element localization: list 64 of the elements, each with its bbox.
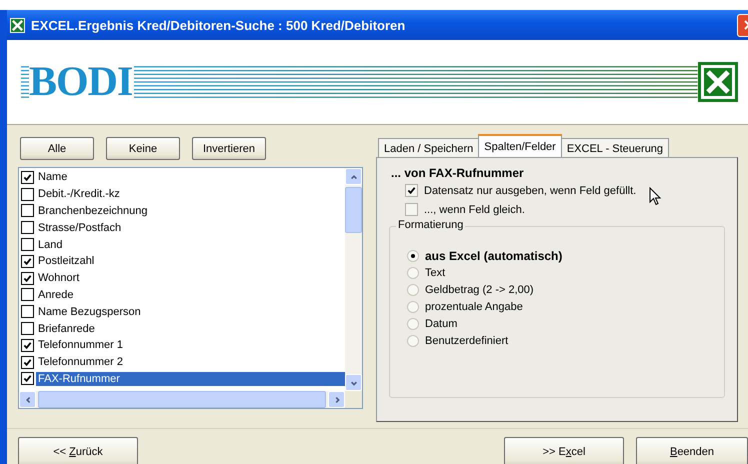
scrollbar[interactable]	[19, 391, 362, 408]
list-item[interactable]: FAX-Rufnummer	[36, 372, 345, 386]
exit-button[interactable]: Beenden	[636, 437, 748, 464]
window-title: EXCEL.Ergebnis Kred/Debitoren-Suche : 500 Kred/Debitoren	[31, 18, 406, 32]
tab[interactable]: Spalten/Felder	[478, 134, 562, 157]
cursor-icon	[649, 187, 661, 206]
radio-button[interactable]	[407, 300, 419, 312]
select-button[interactable]: Keine	[106, 137, 180, 160]
radio-button[interactable]	[407, 284, 419, 296]
radio-button[interactable]	[407, 266, 419, 278]
spreadsheet-icon	[698, 62, 738, 102]
list-item[interactable]: Name Bezugsperson	[36, 304, 345, 319]
scroll-thumb[interactable]	[345, 187, 362, 233]
radio-button[interactable]	[407, 334, 419, 346]
checkbox[interactable]	[21, 322, 34, 336]
option-label: Datensatz nur ausgeben, wenn Feld gefüllt.	[424, 184, 636, 196]
select-button[interactable]: Alle	[20, 137, 94, 160]
checkbox[interactable]	[21, 288, 34, 302]
checkbox[interactable]	[21, 221, 34, 234]
list-item[interactable]: Anrede	[36, 288, 345, 302]
list-item[interactable]: Telefonnummer 1	[36, 338, 345, 352]
checkbox[interactable]	[21, 356, 34, 369]
list-item[interactable]: Name	[36, 170, 345, 184]
scrollbar[interactable]	[345, 168, 362, 391]
list-item[interactable]: Telefonnummer 2	[36, 355, 345, 370]
radio-label: prozentuale Angabe	[425, 300, 523, 312]
checkbox[interactable]	[21, 305, 34, 318]
checkbox[interactable]	[21, 372, 34, 386]
radio-label: aus Excel (automatisch)	[425, 248, 562, 262]
checkbox[interactable]	[405, 184, 418, 197]
spreadsheet-icon	[10, 18, 25, 32]
back-button[interactable]: << Zurück	[18, 437, 138, 464]
scrollbar-corner	[345, 391, 362, 408]
list-item[interactable]: Debit.-/Kredit.-kz	[36, 187, 345, 202]
radio-label: Geldbetrag (2 -> 2,00)	[425, 284, 534, 296]
radio-label: Benutzerdefiniert	[425, 334, 508, 346]
list-item[interactable]: Postleitzahl	[36, 254, 345, 268]
checkbox[interactable]	[21, 272, 34, 285]
radio-button[interactable]	[407, 250, 419, 262]
export-button[interactable]: >> Excel	[504, 437, 624, 464]
group-title: Formatierung	[396, 219, 466, 231]
tab[interactable]: EXCEL - Steuerung	[560, 138, 670, 157]
list-item[interactable]: Branchenbezeichnung	[36, 204, 345, 218]
list-item[interactable]: Wohnort	[36, 271, 345, 286]
list-item[interactable]: Strasse/Postfach	[36, 220, 345, 235]
checkbox[interactable]	[21, 204, 34, 218]
checkbox[interactable]	[21, 238, 34, 252]
checkbox[interactable]	[21, 188, 34, 201]
radio-button[interactable]	[407, 318, 419, 330]
radio-label: Datum	[425, 318, 458, 330]
tab[interactable]: Laden / Speichern	[378, 138, 480, 157]
checkbox[interactable]	[21, 170, 34, 184]
option-label: ..., wenn Feld gleich.	[424, 204, 525, 216]
list-item[interactable]: Briefanrede	[36, 322, 345, 336]
select-button[interactable]: Invertieren	[192, 137, 266, 160]
radio-label: Text	[425, 266, 446, 278]
section-heading: ... von FAX-Rufnummer	[391, 166, 525, 180]
logo: BODI	[29, 61, 132, 103]
checkbox[interactable]	[405, 203, 418, 216]
scroll-thumb[interactable]	[38, 391, 326, 408]
checkbox[interactable]	[21, 254, 34, 268]
stripes-drawing	[21, 63, 29, 101]
list-item[interactable]: Land	[36, 238, 345, 252]
checkbox[interactable]	[21, 338, 34, 352]
